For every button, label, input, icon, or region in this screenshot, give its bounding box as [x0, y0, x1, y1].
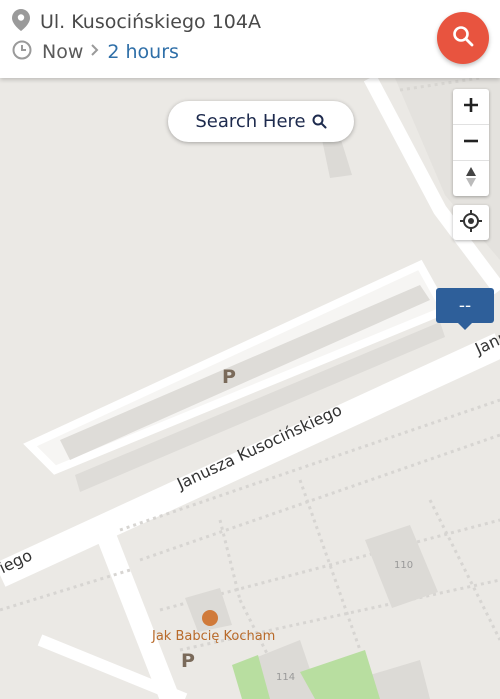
search-here-button[interactable]: Search Here — [168, 101, 354, 142]
map-canvas[interactable] — [0, 78, 500, 699]
locate-me-icon — [460, 209, 482, 236]
parking-label-2: P — [181, 650, 195, 672]
locate-me-control — [453, 205, 489, 240]
zoom-out-icon — [463, 133, 479, 153]
duration-link[interactable]: 2 hours — [107, 41, 179, 63]
search-icon — [312, 114, 327, 129]
zoom-in-button[interactable] — [453, 89, 489, 124]
poi-label[interactable]: Jak Babcię Kocham — [152, 629, 275, 644]
map-zoom-controls — [453, 89, 489, 196]
chevron-right-icon — [91, 44, 99, 60]
time-row[interactable]: Now 2 hours — [12, 38, 179, 66]
compass-button[interactable] — [453, 160, 489, 196]
address-text[interactable]: Ul. Kusocińskiego 104A — [40, 11, 261, 33]
locate-me-button[interactable] — [453, 205, 489, 240]
search-here-label: Search Here — [195, 111, 306, 132]
search-icon — [452, 25, 474, 51]
search-button[interactable] — [437, 12, 489, 64]
parking-price-pin[interactable]: -- — [436, 288, 494, 330]
address-row[interactable]: Ul. Kusocińskiego 104A — [12, 8, 261, 36]
search-header: Ul. Kusocińskiego 104A Now 2 hours — [0, 0, 500, 78]
location-pin-icon — [12, 9, 30, 35]
parking-label: P — [222, 366, 236, 388]
zoom-in-icon — [463, 97, 479, 117]
start-time[interactable]: Now — [42, 41, 83, 63]
zoom-out-button[interactable] — [453, 124, 489, 160]
building-number: 114 — [276, 672, 296, 683]
compass-icon — [465, 166, 477, 192]
restaurant-icon[interactable] — [202, 610, 218, 626]
clock-icon — [12, 40, 32, 64]
building-number: 110 — [394, 560, 414, 571]
